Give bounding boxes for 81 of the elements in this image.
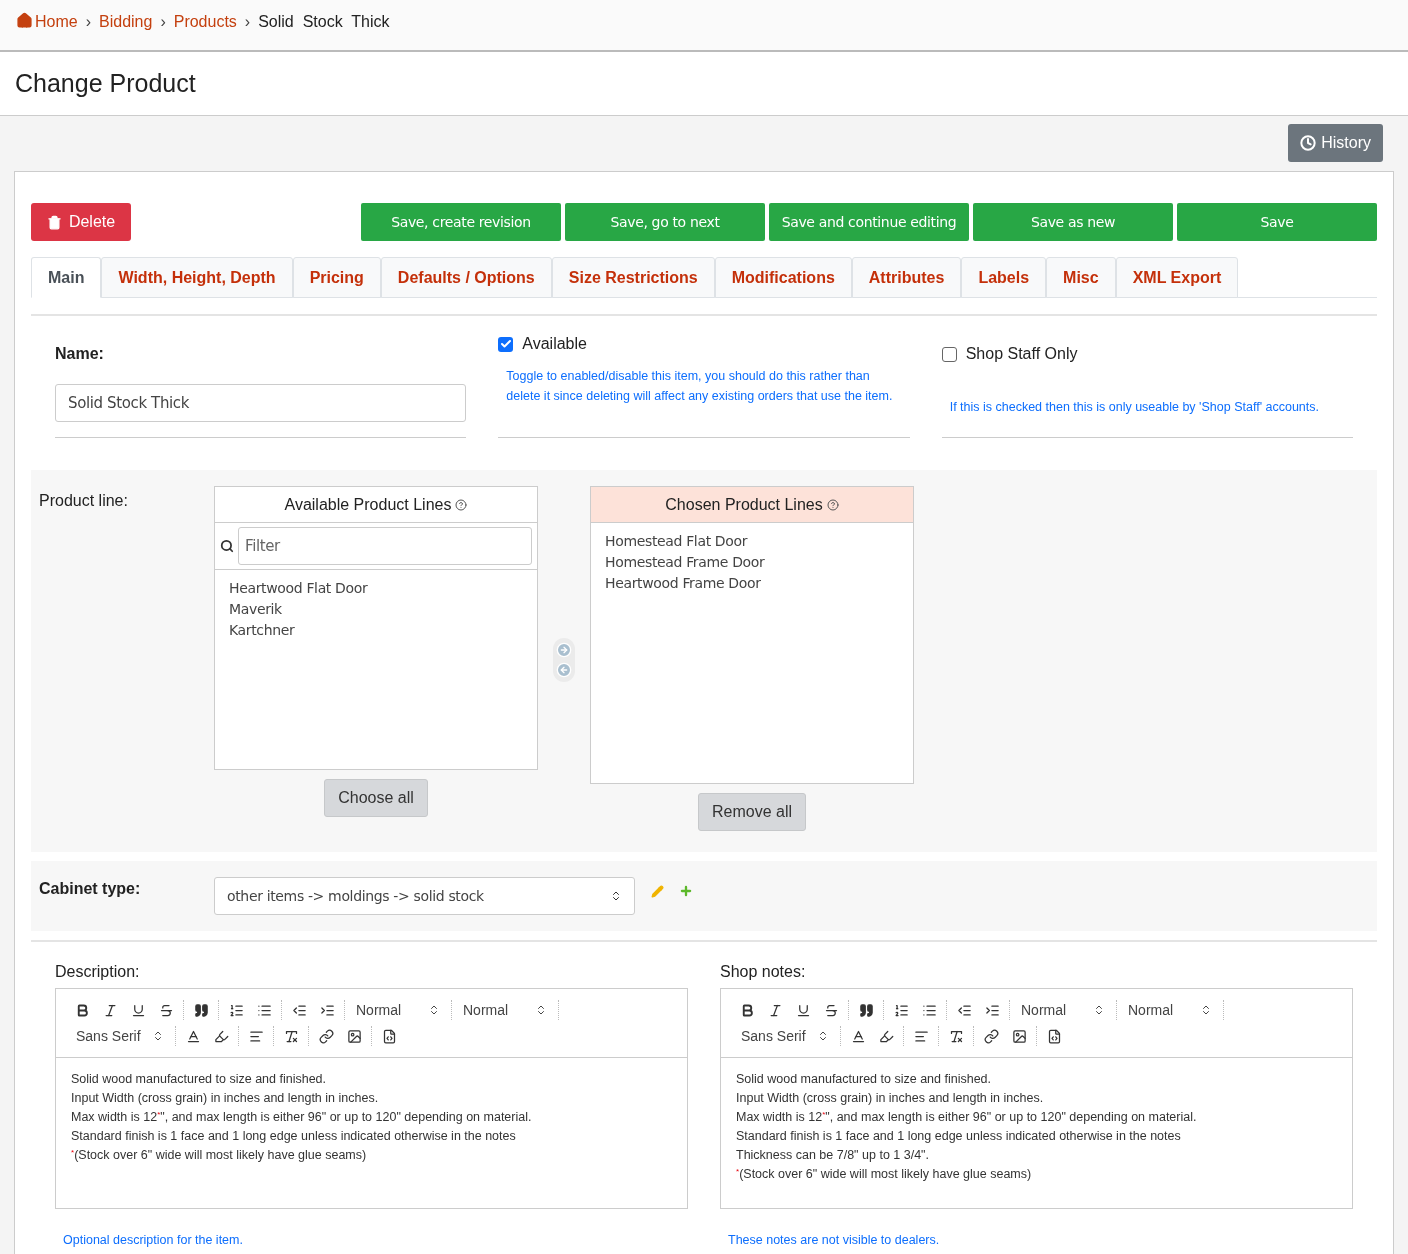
list-option[interactable]: Heartwood Frame Door (605, 573, 899, 594)
save-button[interactable]: Save and continue editing (769, 203, 969, 241)
help-text: If this is checked then this is only useable by 'Shop Staff' accounts. (948, 399, 1320, 416)
editor-text-line: Thickness can be 7/8" up to 1 3/4". (736, 1147, 931, 1164)
tab[interactable]: Attributes (851, 257, 962, 298)
checkbox[interactable] (498, 336, 514, 352)
list-title: Chosen Product Lines (665, 494, 823, 515)
checkbox-label: Available (522, 334, 587, 354)
home-icon (16, 12, 33, 29)
choose-all-button[interactable]: Choose all (324, 779, 428, 817)
help-icon (455, 498, 468, 511)
format-picker[interactable]: Normal (348, 999, 448, 1021)
updown-icon (428, 1004, 440, 1016)
editor-text-line: Max width is 12$^{*}$", and max length is either 96" or up to 120" depending on material. (736, 1109, 1198, 1126)
checkbox[interactable] (941, 346, 957, 362)
editor-text-line: $^{*}$(Stock over 6" wide will most likely have glue seams) (736, 1166, 1033, 1183)
tab[interactable]: Defaults / Options (380, 257, 552, 298)
clock-icon (1300, 135, 1317, 151)
field-label: Shop notes: (720, 962, 807, 982)
save-button[interactable]: Save, go to next (565, 203, 765, 241)
format-picker[interactable]: Sans Serif (733, 1025, 837, 1047)
updown-icon (535, 1004, 547, 1016)
history-button[interactable]: History (1288, 124, 1383, 162)
editor-text-line: Max width is 12$^{*}$", and max length is either 96" or up to 120" depending on material. (71, 1109, 533, 1126)
format-picker[interactable]: Normal (455, 999, 555, 1021)
breadcrumb-current: Solid Stock Thick (258, 12, 390, 32)
updown-icon (1200, 1004, 1212, 1016)
editor-text-line: Solid wood manufactured to size and finished. (736, 1071, 993, 1088)
editor-text-line: Solid wood manufactured to size and finished. (71, 1071, 328, 1088)
breadcrumb-link[interactable]: Bidding (99, 10, 153, 34)
list-title: Available Product Lines (284, 494, 452, 515)
format-picker[interactable]: Sans Serif (68, 1025, 172, 1047)
cabinet-type-select[interactable]: other items -> moldings -> solid stock (214, 877, 635, 915)
updown-icon (152, 1030, 164, 1042)
separator-icon: › (244, 10, 251, 34)
trash-icon (46, 214, 62, 230)
format-picker[interactable]: Normal (1120, 999, 1220, 1021)
delete-button[interactable]: Delete (31, 203, 131, 241)
list-option[interactable]: Maverik (229, 599, 523, 620)
editor-text-line: Input Width (cross grain) in inches and length in inches. (736, 1090, 1045, 1107)
updown-icon (610, 890, 622, 902)
tab[interactable]: XML Export (1115, 257, 1239, 298)
search-icon (220, 539, 234, 553)
editor-text-line: $^{*}$(Stock over 6" wide will most likely have glue seams) (71, 1147, 368, 1164)
checkbox-label: Shop Staff Only (965, 344, 1078, 364)
field-label: Product line: (39, 491, 129, 511)
list-option[interactable]: Kartchner (229, 620, 523, 641)
separator-icon: › (160, 10, 166, 34)
tab[interactable]: Width, Height, Depth (101, 257, 293, 298)
help-text: Optional description for the item. (63, 1233, 243, 1247)
field-label: Cabinet type: (39, 879, 142, 899)
list-option[interactable]: Homestead Frame Door (605, 552, 899, 573)
save-button[interactable]: Save, create revision (361, 203, 561, 241)
tab[interactable]: Modifications (714, 257, 852, 298)
field-label: Name: (55, 344, 105, 364)
updown-icon (1093, 1004, 1105, 1016)
save-button[interactable]: Save as new (973, 203, 1173, 241)
tab[interactable]: Pricing (292, 257, 381, 298)
help-icon (826, 498, 839, 511)
tab[interactable]: Main (31, 257, 102, 298)
filter-field[interactable]: Filter (238, 527, 532, 565)
editor-text-line: Standard finish is 1 face and 1 long edge unless indicated otherwise in the notes (71, 1128, 517, 1145)
help-text: These notes are not visible to dealers. (728, 1233, 940, 1247)
tab[interactable]: Misc (1046, 257, 1116, 298)
list-option[interactable]: Heartwood Flat Door (229, 578, 523, 599)
help-text: Toggle to enabled/disable this item, you should do this rather than delete it since deleting will affect any existing orders that use the item. (505, 368, 894, 405)
remove-all-button[interactable]: Remove all (698, 793, 806, 831)
field-label: Description: (55, 962, 141, 982)
page-title: Change Product (15, 67, 196, 99)
updown-icon (817, 1030, 829, 1042)
tab[interactable]: Size Restrictions (551, 257, 715, 298)
editor-text-line: Standard finish is 1 face and 1 long edge unless indicated otherwise in the notes (736, 1128, 1182, 1145)
separator-icon: › (85, 10, 91, 34)
list-option[interactable]: Homestead Flat Door (605, 531, 899, 552)
format-picker[interactable]: Normal (1013, 999, 1113, 1021)
tab[interactable]: Labels (961, 257, 1047, 298)
editor-text-line: Input Width (cross grain) in inches and length in inches. (71, 1090, 380, 1107)
name-field[interactable]: Solid Stock Thick (55, 384, 467, 422)
save-button[interactable]: Save (1177, 203, 1377, 241)
breadcrumb-link[interactable]: Products (173, 10, 237, 34)
breadcrumb-link[interactable]: Home (35, 10, 78, 34)
